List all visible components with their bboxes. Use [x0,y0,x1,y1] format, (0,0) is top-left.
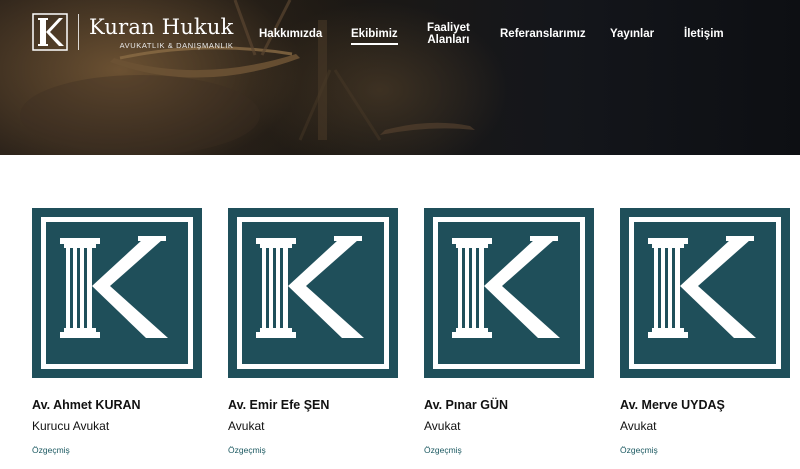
nav-item-iletisim[interactable]: İletişim [684,28,724,40]
team-member-name: Av. Merve UYDAŞ [620,398,725,412]
team-member-photo[interactable] [32,208,202,378]
logo-k-icon [30,13,70,51]
team-member-photo[interactable] [620,208,790,378]
team-card: Av. Pınar GÜN Avukat Özgeçmiş [424,208,594,455]
team-member-role: Avukat [620,419,657,433]
team-member-role: Avukat [424,419,461,433]
cv-link[interactable]: Özgeçmiş [620,445,790,455]
team-member-role: Kurucu Avukat [32,419,110,433]
team-member-photo[interactable] [228,208,398,378]
nav-item-ekibimiz[interactable]: Ekibimiz [351,28,398,45]
nav-item-hakkimizda[interactable]: Hakkımızda [259,28,322,40]
team-member-photo[interactable] [424,208,594,378]
cv-link[interactable]: Özgeçmiş [32,445,202,455]
logo-divider [78,14,79,50]
team-member-name: Av. Ahmet KURAN [32,398,141,412]
logo-title: Kuran Hukuk [89,14,234,39]
cv-link[interactable]: Özgeçmiş [228,445,398,455]
kuran-hukuk-k-logo-icon [648,236,756,338]
nav-item-faaliyet-line1: Faaliyet [427,22,470,34]
team-section: Av. Ahmet KURAN Kurucu Avukat Özgeçmiş A… [0,155,800,469]
logo-subtitle: AVUKATLIK & DANIŞMANLIK [119,40,234,50]
nav-item-faaliyet-line2: Alanları [427,34,470,46]
kuran-hukuk-k-logo-icon [256,236,364,338]
team-member-name: Av. Pınar GÜN [424,398,509,412]
nav-item-referanslarimiz[interactable]: Referanslarımız [500,28,586,40]
kuran-hukuk-k-logo-icon [60,236,168,338]
site-logo[interactable]: Kuran Hukuk AVUKATLIK & DANIŞMANLIK [30,12,234,52]
team-card: Av. Emir Efe ŞEN Avukat Özgeçmiş [228,208,398,455]
team-member-name: Av. Emir Efe ŞEN [228,398,330,412]
cv-link[interactable]: Özgeçmiş [424,445,594,455]
kuran-hukuk-k-logo-icon [452,236,560,338]
nav-item-yayinlar[interactable]: Yayınlar [610,28,654,40]
team-member-role: Avukat [228,419,265,433]
nav-item-faaliyet-alanlari[interactable]: Faaliyet Alanları [427,22,470,46]
hero-header: Kuran Hukuk AVUKATLIK & DANIŞMANLIK Hakk… [0,0,800,155]
team-card: Av. Merve UYDAŞ Avukat Özgeçmiş [620,208,790,455]
team-card: Av. Ahmet KURAN Kurucu Avukat Özgeçmiş [32,208,202,455]
